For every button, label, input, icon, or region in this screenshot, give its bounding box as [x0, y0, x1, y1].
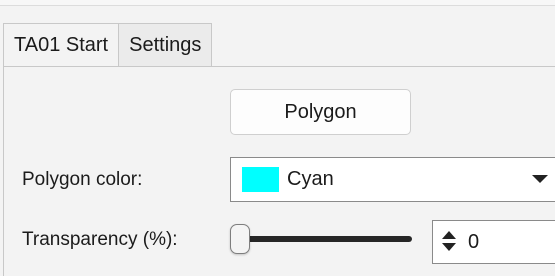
polygon-color-select[interactable]: Cyan: [230, 157, 555, 202]
transparency-spinner[interactable]: 0: [432, 220, 555, 264]
tab-ta01-start[interactable]: TA01 Start: [3, 23, 120, 67]
polygon-color-value: Cyan: [287, 168, 334, 190]
tab-settings[interactable]: Settings: [119, 23, 213, 67]
transparency-slider-thumb[interactable]: [230, 224, 250, 254]
color-swatch: [242, 167, 279, 192]
polygon-color-label: Polygon color:: [22, 169, 143, 190]
transparency-value: 0: [468, 230, 480, 253]
polygon-button[interactable]: Polygon: [230, 89, 411, 135]
chevron-down-icon[interactable]: [532, 175, 548, 183]
up-down-arrows-icon[interactable]: [442, 230, 456, 254]
settings-window: TA01 Start Settings Polygon Polygon colo…: [0, 0, 555, 276]
transparency-slider-track[interactable]: [240, 236, 412, 242]
tab-strip: TA01 Start Settings: [3, 23, 213, 67]
transparency-label: Transparency (%):: [22, 229, 178, 250]
top-border: [0, 0, 555, 6]
